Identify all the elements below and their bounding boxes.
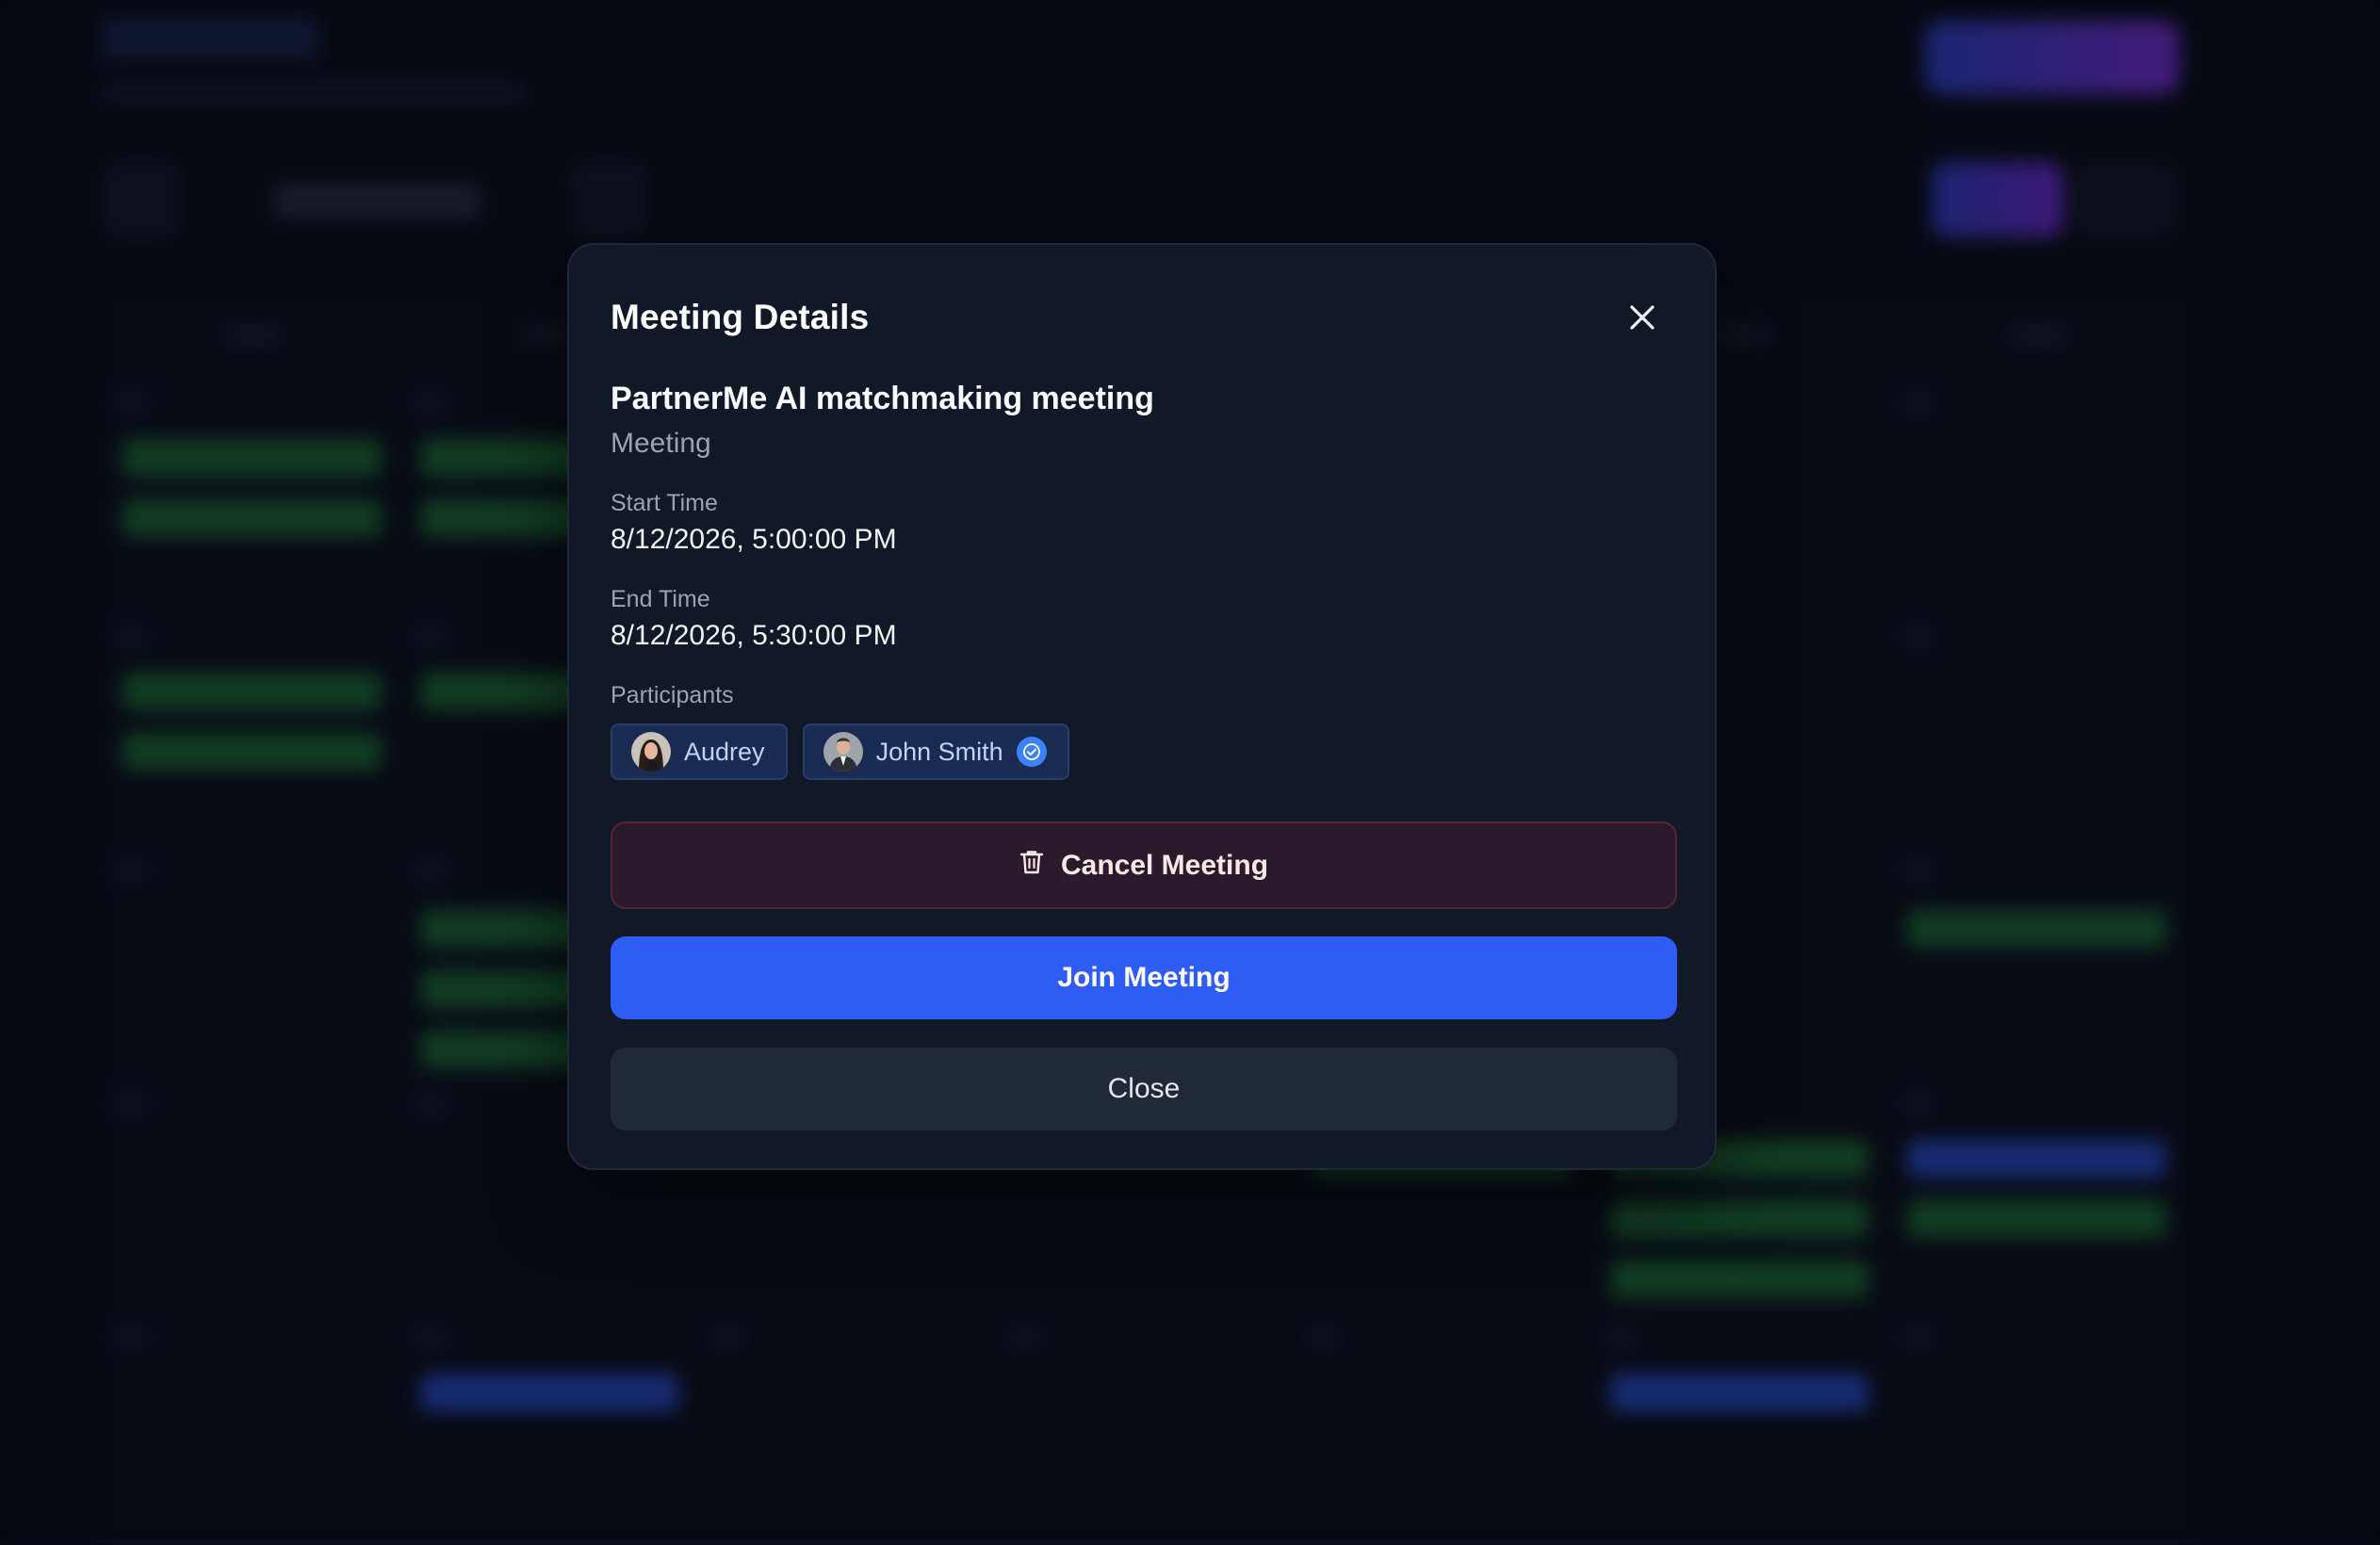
meeting-name: PartnerMe AI matchmaking meeting <box>611 381 1154 416</box>
meeting-type: Meeting <box>611 428 711 459</box>
participant-name: John Smith <box>875 737 1003 766</box>
avatar <box>823 732 863 772</box>
start-time-label: Start Time <box>611 490 718 516</box>
avatar <box>631 732 671 772</box>
close-button[interactable]: Close <box>611 1048 1677 1130</box>
participants-list: Audrey John Smith <box>611 724 1069 780</box>
participants-label: Participants <box>611 682 734 708</box>
end-time-label: End Time <box>611 586 710 612</box>
cancel-meeting-button[interactable]: Cancel Meeting <box>611 821 1677 909</box>
end-time-value: 8/12/2026, 5:30:00 PM <box>611 620 897 651</box>
cancel-meeting-label: Cancel Meeting <box>1060 849 1269 881</box>
trash-icon <box>1019 849 1044 883</box>
verified-check-icon <box>1016 737 1047 767</box>
participant-name: Audrey <box>684 737 765 766</box>
close-button-label: Close <box>1107 1073 1181 1104</box>
modal-title: Meeting Details <box>611 298 870 336</box>
participant-chip[interactable]: John Smith <box>802 724 1069 780</box>
start-time-value: 8/12/2026, 5:00:00 PM <box>611 524 897 555</box>
close-icon[interactable] <box>1621 296 1664 339</box>
join-meeting-label: Join Meeting <box>1057 962 1231 993</box>
meeting-details-modal: Meeting Details PartnerMe AI matchmaking… <box>567 243 1717 1170</box>
join-meeting-button[interactable]: Join Meeting <box>611 936 1677 1019</box>
participant-chip[interactable]: Audrey <box>611 724 788 780</box>
